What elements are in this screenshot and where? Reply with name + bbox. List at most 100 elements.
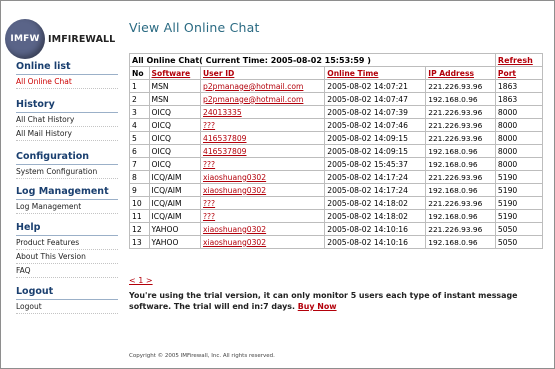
cell-no: 3 [129, 105, 150, 119]
cell-ip-address: 221.226.93.96 [425, 118, 496, 132]
table-row: 12 YAHOO xiaoshuang0302 2005-08-02 14:10:16… [129, 222, 544, 236]
sidebar-item[interactable]: Logout [16, 300, 118, 314]
cell-port: 5190 [494, 183, 544, 197]
sidebar-item[interactable]: FAQ [16, 264, 118, 278]
buy-now-link[interactable]: Buy Now [298, 302, 337, 311]
page-link[interactable]: < 1 > [129, 276, 153, 285]
cell-ip-address: 192.168.0.96 [425, 157, 496, 171]
col-header-ip-address[interactable]: IP Address [425, 66, 496, 80]
page-title: View All Online Chat [129, 20, 260, 35]
table-caption-row: All Online Chat( Current Time: 2005-08-0… [129, 53, 544, 67]
cell-user-id[interactable]: 24013335 [199, 105, 326, 119]
sidebar-item[interactable]: Product Features [16, 236, 118, 250]
cell-no: 12 [129, 222, 150, 236]
cell-online-time: 2005-08-02 14:18:02 [324, 209, 427, 223]
cell-online-time: 2005-08-02 14:17:24 [324, 170, 427, 184]
logo: IMFW IMFIREWALL [5, 19, 115, 59]
cell-user-id[interactable]: ??? [199, 157, 326, 171]
cell-software: YAHOO [148, 222, 202, 236]
sidebar-item[interactable]: All Chat History [16, 113, 118, 127]
cell-ip-address: 192.168.0.96 [425, 235, 496, 249]
cell-software: OICQ [148, 105, 202, 119]
sidebar-item[interactable]: All Online Chat [16, 75, 118, 89]
cell-software: MSN [148, 92, 202, 106]
cell-user-id[interactable]: p2pmanage@hotmail.com [199, 79, 326, 93]
cell-port: 5190 [494, 170, 544, 184]
cell-port: 5190 [494, 209, 544, 223]
refresh-link[interactable]: Refresh [494, 53, 544, 67]
cell-user-id[interactable]: 416537809 [199, 131, 326, 145]
table-row: 9 ICQ/AIM xiaoshuang0302 2005-08-02 14:17:2… [129, 183, 544, 197]
cell-software: ICQ/AIM [148, 170, 202, 184]
sidebar-item[interactable]: All Mail History [16, 127, 118, 141]
cell-port: 1863 [494, 92, 544, 106]
table-row: 10 ICQ/AIM??? 2005-08-02 14:18:02 221.226.9… [129, 196, 544, 210]
cell-user-id[interactable]: 416537809 [199, 144, 326, 158]
cell-ip-address: 192.168.0.96 [425, 92, 496, 106]
cell-software: ICQ/AIM [148, 183, 202, 197]
cell-software: ICQ/AIM [148, 196, 202, 210]
copyright: Copyright © 2005 IMFirewall, Inc. All ri… [129, 353, 275, 359]
cell-online-time: 2005-08-02 14:18:02 [324, 196, 427, 210]
table-row: 6 OICQ 416537809 2005-08-02 14:09:15 192.168… [129, 144, 544, 158]
cell-ip-address: 221.226.93.96 [425, 79, 496, 93]
cell-user-id[interactable]: xiaoshuang0302 [199, 222, 326, 236]
cell-online-time: 2005-08-02 14:09:15 [324, 144, 427, 158]
col-header-user-id[interactable]: User ID [199, 66, 326, 80]
cell-online-time: 2005-08-02 14:17:24 [324, 183, 427, 197]
cell-no: 7 [129, 157, 150, 171]
cell-user-id[interactable]: xiaoshuang0302 [199, 183, 326, 197]
cell-no: 13 [129, 235, 150, 249]
cell-online-time: 2005-08-02 15:45:37 [324, 157, 427, 171]
sidebar-nav: Online list All Online Chat History All Cha… [16, 61, 118, 314]
table-row: 7 OICQ??? 2005-08-02 15:45:37 192.168.0.96 8… [129, 157, 544, 171]
cell-user-id[interactable]: xiaoshuang0302 [199, 235, 326, 249]
cell-software: OICQ [148, 118, 202, 132]
sidebar-item[interactable]: About This Version [16, 250, 118, 264]
table-row: 5 OICQ 416537809 2005-08-02 14:09:15 221.226… [129, 131, 544, 145]
nav-section-title: Help [16, 222, 118, 236]
cell-user-id[interactable]: ??? [199, 196, 326, 210]
cell-online-time: 2005-08-02 14:10:16 [324, 222, 427, 236]
nav-section-title: History [16, 99, 118, 113]
cell-no: 6 [129, 144, 150, 158]
cell-user-id[interactable]: xiaoshuang0302 [199, 170, 326, 184]
logo-badge: IMFW [5, 19, 45, 59]
cell-ip-address: 192.168.0.96 [425, 183, 496, 197]
table-row: 2 MSN p2pmanage@hotmail.com 2005-08-02 14:0… [129, 92, 544, 106]
refresh-link-label[interactable]: Refresh [498, 56, 533, 65]
cell-user-id[interactable]: p2pmanage@hotmail.com [199, 92, 326, 106]
cell-ip-address: 221.226.93.96 [425, 105, 496, 119]
cell-ip-address: 221.226.93.96 [425, 222, 496, 236]
table-row: 4 OICQ??? 2005-08-02 14:07:46 221.226.93.96… [129, 118, 544, 132]
col-header-online-time[interactable]: Online Time [324, 66, 427, 80]
cell-no: 2 [129, 92, 150, 106]
col-header-software[interactable]: Software [148, 66, 202, 80]
table-row: 11 ICQ/AIM??? 2005-08-02 14:18:02 192.168.0… [129, 209, 544, 223]
table-row: 8 ICQ/AIM xiaoshuang0302 2005-08-02 14:17:2… [129, 170, 544, 184]
cell-online-time: 2005-08-02 14:07:47 [324, 92, 427, 106]
col-header-port[interactable]: Port [494, 66, 544, 80]
cell-port: 8000 [494, 144, 544, 158]
cell-ip-address: 192.168.0.96 [425, 209, 496, 223]
cell-no: 11 [129, 209, 150, 223]
cell-user-id[interactable]: ??? [199, 209, 326, 223]
logo-text: IMFIREWALL [48, 33, 116, 45]
trial-notice: You're using the trial version, it can o… [129, 290, 547, 312]
nav-section-title: Logout [16, 286, 118, 300]
cell-online-time: 2005-08-02 14:09:15 [324, 131, 427, 145]
nav-section-title: Log Management [16, 186, 118, 200]
cell-ip-address: 221.226.93.96 [425, 196, 496, 210]
col-header-no: No [129, 66, 150, 80]
cell-port: 5050 [494, 222, 544, 236]
cell-ip-address: 221.226.93.96 [425, 131, 496, 145]
sidebar-item[interactable]: System Configuration [16, 165, 118, 179]
cell-user-id[interactable]: ??? [199, 118, 326, 132]
table-row: 3 OICQ 24013335 2005-08-02 14:07:39 221.226.… [129, 105, 544, 119]
cell-ip-address: 192.168.0.96 [425, 144, 496, 158]
cell-online-time: 2005-08-02 14:07:46 [324, 118, 427, 132]
cell-ip-address: 221.226.93.96 [425, 170, 496, 184]
cell-port: 1863 [494, 79, 544, 93]
nav-section-title: Online list [16, 61, 118, 75]
sidebar-item[interactable]: Log Management [16, 200, 118, 214]
